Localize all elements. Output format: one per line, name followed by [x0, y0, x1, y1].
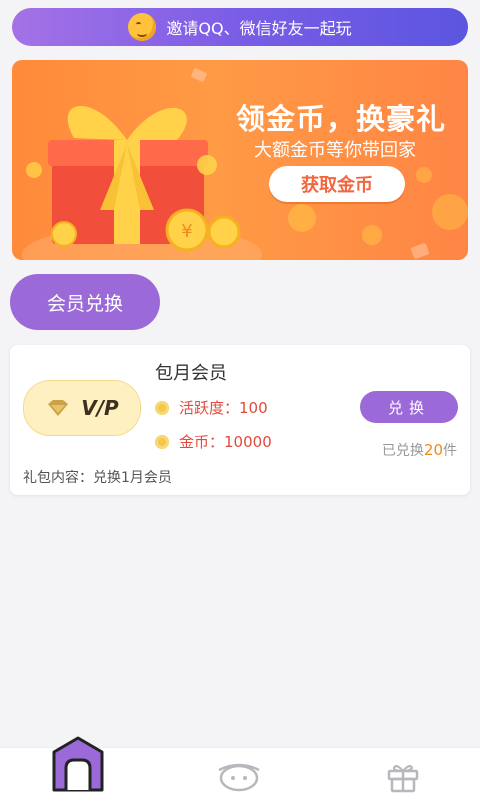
- nav-gift[interactable]: [386, 761, 420, 797]
- activity-label: 活跃度：: [179, 399, 240, 417]
- home-icon: [52, 736, 104, 792]
- coin-label: 金币：: [179, 433, 225, 451]
- coin-icon: [155, 434, 169, 449]
- get-coins-button[interactable]: 获取金币: [269, 166, 405, 202]
- tab-member-exchange[interactable]: 会员兑换: [10, 274, 160, 330]
- svg-text:¥: ¥: [181, 221, 192, 242]
- redeemed-count: 已兑换20件: [382, 440, 457, 460]
- activity-value: 100: [239, 398, 268, 417]
- nav-home[interactable]: [50, 734, 106, 798]
- card-title: 包月会员: [155, 363, 227, 384]
- member-card: V/P 包月会员 活跃度： 100 金币： 10000 兑换 已兑换20件 礼包…: [10, 345, 470, 495]
- promo-banner[interactable]: ¥ 领金币，换豪礼 大额金币等你带回家 获取金币: [12, 60, 468, 260]
- redeemed-prefix: 已兑换: [381, 443, 424, 459]
- chat-icon: [218, 763, 260, 792]
- coin-row: 金币： 10000: [155, 431, 272, 452]
- smiley-icon: [128, 13, 157, 41]
- coin-value: 10000: [224, 432, 272, 451]
- vip-badge: V/P: [23, 380, 141, 436]
- banner-subtitle: 大额金币等你带回家: [254, 140, 416, 161]
- nav-chat[interactable]: [216, 760, 262, 798]
- gift-value: 兑换1月会员: [93, 470, 172, 486]
- invite-banner[interactable]: 邀请QQ、微信好友一起玩: [12, 8, 468, 46]
- exchange-button[interactable]: 兑换: [360, 391, 458, 423]
- banner-title: 领金币，换豪礼: [235, 102, 446, 136]
- gift-icon: [387, 764, 419, 793]
- redeemed-suffix: 件: [443, 443, 457, 459]
- invite-text: 邀请QQ、微信好友一起玩: [166, 19, 352, 38]
- gift-content: 礼包内容：兑换1月会员: [23, 467, 172, 487]
- diamond-icon: [48, 400, 69, 416]
- bottom-nav: [0, 736, 480, 801]
- activity-row: 活跃度： 100: [155, 397, 268, 418]
- gift-label: 礼包内容：: [23, 470, 93, 486]
- redeemed-number: 20: [423, 441, 443, 459]
- vip-text: V/P: [81, 396, 119, 420]
- coin-icon: [155, 400, 169, 415]
